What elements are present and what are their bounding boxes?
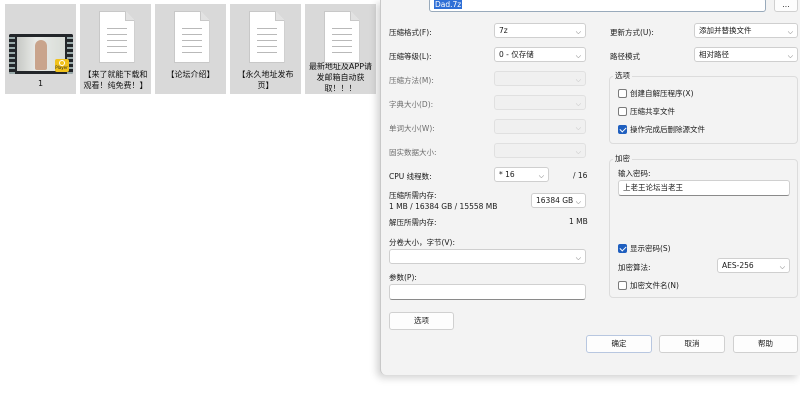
chevron-down-icon: ⌵	[575, 198, 581, 206]
enc-method-value: AES-256	[722, 261, 754, 270]
format-value: 7z	[499, 26, 508, 35]
cpu-value: * 16	[499, 170, 515, 179]
format-select[interactable]: 7z ⌵	[494, 23, 586, 38]
mem-decomp-value: 1 MB	[569, 217, 588, 226]
archive-name-text: Dad.7z	[434, 0, 463, 9]
encryption-group-title: 加密	[613, 153, 632, 164]
params-input[interactable]	[389, 284, 586, 300]
show-password-label: 显示密码(S)	[630, 244, 671, 253]
params-label: 参数(P):	[389, 273, 417, 282]
document-icon	[235, 9, 297, 65]
options-button[interactable]: 选项	[389, 312, 454, 330]
cpu-select[interactable]: * 16 ⌵	[494, 167, 549, 182]
update-label: 更新方式(U):	[610, 28, 654, 37]
path-value: 相对路径	[699, 50, 729, 59]
encrypt-names-label: 加密文件名(N)	[630, 281, 679, 290]
video-thumbnail: Player	[8, 34, 73, 74]
dict-label: 字典大小(D):	[389, 100, 434, 109]
chevron-down-icon: ⌵	[538, 172, 544, 180]
file-item-document[interactable]: 【来了就能下载和观看！纯免费！】	[80, 4, 151, 94]
options-group-title: 选项	[613, 70, 632, 81]
archive-name-field[interactable]: Dad.7z	[429, 0, 766, 12]
chevron-down-icon: ⌵	[779, 263, 785, 271]
file-item-video[interactable]: Player 1	[5, 4, 76, 94]
file-item-document[interactable]: 【永久地址发布页】	[230, 4, 301, 94]
checkmark-icon	[618, 244, 627, 253]
browse-button[interactable]: ...	[774, 0, 798, 12]
help-button[interactable]: 帮助	[733, 335, 798, 353]
password-label: 输入密码:	[618, 169, 651, 178]
level-select[interactable]: 0 - 仅存储 ⌵	[494, 47, 586, 62]
split-select[interactable]: ⌵	[389, 249, 586, 264]
sfx-checkbox[interactable]: 创建自解压程序(X)	[618, 88, 694, 99]
checkbox-icon	[618, 281, 627, 290]
chevron-down-icon: ⌵	[787, 52, 793, 60]
split-label: 分卷大小，字节(V):	[389, 238, 456, 247]
chevron-down-icon: ⌵	[575, 76, 581, 84]
file-name: 【永久地址发布页】	[237, 70, 294, 90]
chevron-down-icon: ⌵	[575, 28, 581, 36]
file-item-document[interactable]: 最新地址及APP请发邮箱自动获取！！！	[305, 4, 376, 94]
password-input[interactable]: 上老王论坛当老王	[618, 180, 790, 196]
level-value: 0 - 仅存储	[499, 50, 534, 59]
shared-label: 压缩共享文件	[630, 107, 675, 116]
document-icon	[160, 9, 222, 65]
chevron-down-icon: ⌵	[575, 124, 581, 132]
chevron-down-icon: ⌵	[575, 148, 581, 156]
solid-select: ⌵	[494, 143, 586, 158]
file-name: 【来了就能下载和观看！纯免费！】	[83, 70, 148, 90]
mem-comp-value: 16384 GB	[536, 196, 574, 205]
shared-checkbox[interactable]: 压缩共享文件	[618, 106, 675, 117]
file-name: 1	[37, 79, 44, 88]
checkbox-icon	[618, 89, 627, 98]
path-label: 路径模式	[610, 52, 640, 61]
chevron-down-icon: ⌵	[575, 52, 581, 60]
word-select: ⌵	[494, 119, 586, 134]
file-item-document[interactable]: 【论坛介绍】	[155, 4, 226, 94]
mem-comp-detail: 1 MB / 16384 GB / 15558 MB	[389, 202, 498, 211]
delete-source-label: 操作完成后删除源文件	[630, 125, 705, 134]
level-label: 压缩等级(L):	[389, 52, 432, 61]
update-select[interactable]: 添加并替换文件 ⌵	[694, 23, 798, 38]
dict-select: ⌵	[494, 95, 586, 110]
sfx-label: 创建自解压程序(X)	[630, 89, 694, 98]
cancel-button[interactable]: 取消	[659, 335, 725, 353]
encrypt-names-checkbox[interactable]: 加密文件名(N)	[618, 280, 679, 291]
show-password-checkbox[interactable]: 显示密码(S)	[618, 243, 671, 254]
checkmark-icon	[618, 125, 627, 134]
mem-comp-select[interactable]: 16384 GB ⌵	[531, 193, 586, 208]
checkbox-icon	[618, 107, 627, 116]
method-label: 压缩方法(M):	[389, 76, 434, 85]
delete-source-checkbox[interactable]: 操作完成后删除源文件	[618, 124, 705, 135]
format-label: 压缩格式(F):	[389, 28, 432, 37]
cpu-label: CPU 线程数:	[389, 172, 432, 181]
solid-label: 固实数据大小:	[389, 148, 437, 157]
word-label: 单词大小(W):	[389, 124, 435, 133]
file-explorer: Player 1 【来了就能下载和观看！纯免费！】 【论坛介绍】 【永久地址发布…	[0, 0, 380, 393]
ok-button[interactable]: 确定	[586, 335, 652, 353]
enc-method-label: 加密算法:	[618, 263, 651, 272]
document-icon	[310, 9, 372, 63]
update-value: 添加并替换文件	[699, 26, 752, 35]
add-to-archive-dialog: Dad.7z ... 压缩格式(F): 7z ⌵ 压缩等级(L): 0 - 仅存储…	[380, 0, 800, 375]
mem-decomp-label: 解压所需内存:	[389, 218, 437, 227]
mem-comp-label: 压缩所需内存:	[389, 191, 437, 200]
password-value: 上老王论坛当老王	[623, 183, 683, 192]
chevron-down-icon: ⌵	[787, 28, 793, 36]
enc-method-select[interactable]: AES-256 ⌵	[717, 258, 790, 273]
chevron-down-icon: ⌵	[575, 100, 581, 108]
path-select[interactable]: 相对路径 ⌵	[694, 47, 798, 62]
cpu-total: / 16	[573, 171, 588, 180]
method-select: ⌵	[494, 71, 586, 86]
video-badge-icon: Player	[54, 59, 69, 72]
file-name: 最新地址及APP请发邮箱自动获取！！！	[308, 62, 373, 93]
chevron-down-icon: ⌵	[575, 254, 581, 262]
document-icon	[85, 9, 147, 65]
file-name: 【论坛介绍】	[166, 70, 215, 79]
